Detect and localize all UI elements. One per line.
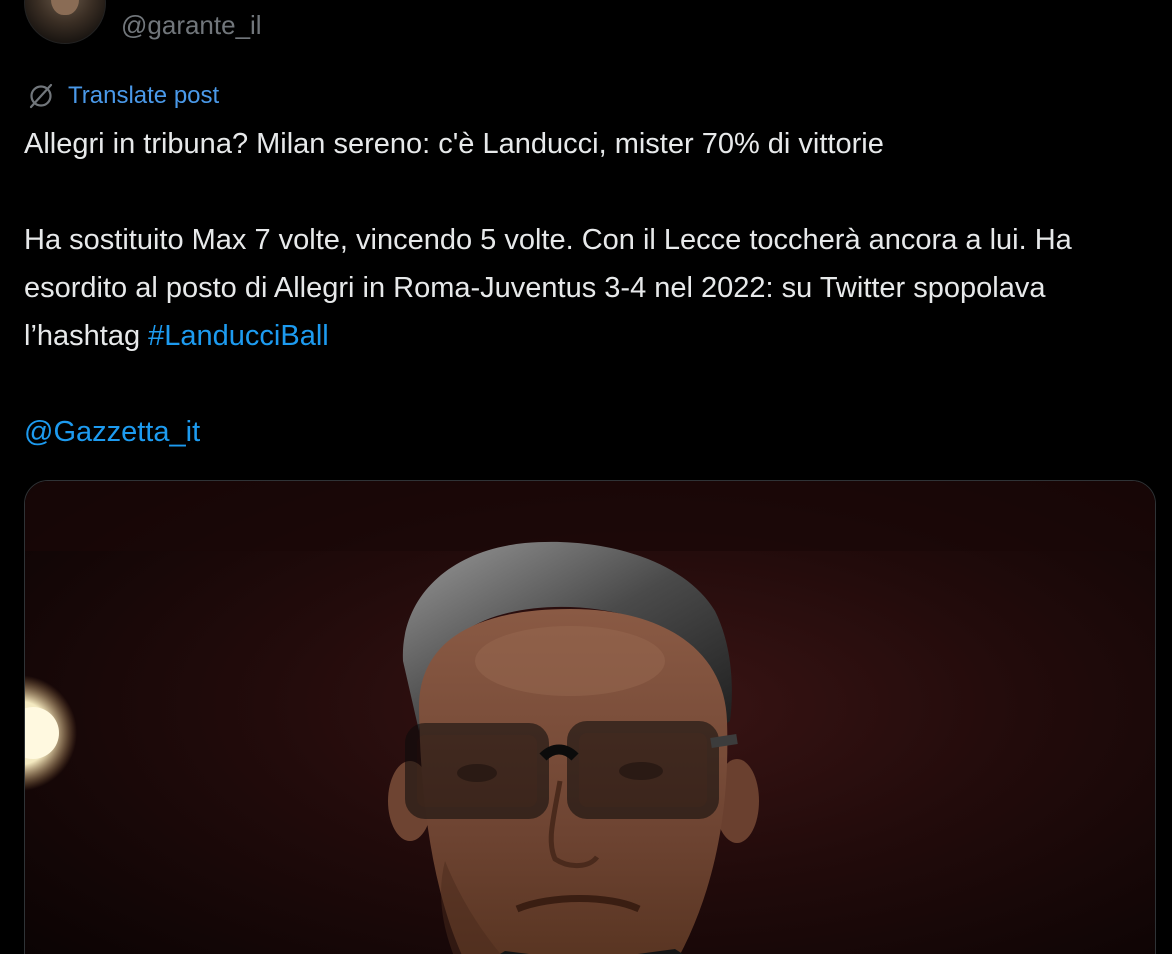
- translate-post-button[interactable]: Translate post: [26, 80, 219, 112]
- translate-post-label: Translate post: [68, 82, 220, 109]
- photo-illustration: [25, 481, 1155, 954]
- hashtag-link[interactable]: #LanducciBall: [148, 320, 329, 352]
- author-handle[interactable]: @garante_il: [121, 6, 262, 44]
- globe-slash-icon: [26, 81, 56, 111]
- post-container: @garante_il Translate post Allegri in tr…: [0, 0, 1172, 954]
- post-media-photo[interactable]: [24, 480, 1156, 954]
- mention-link[interactable]: @Gazzetta_it: [24, 416, 200, 448]
- post-headline: Allegri in tribuna? Milan sereno: c'è La…: [24, 128, 884, 160]
- avatar-face: [51, 0, 79, 15]
- post-mention-line: @Gazzetta_it: [24, 408, 1154, 456]
- author-avatar[interactable]: [24, 0, 106, 44]
- post-body: Ha sostituito Max 7 volte, vincendo 5 vo…: [24, 216, 1154, 360]
